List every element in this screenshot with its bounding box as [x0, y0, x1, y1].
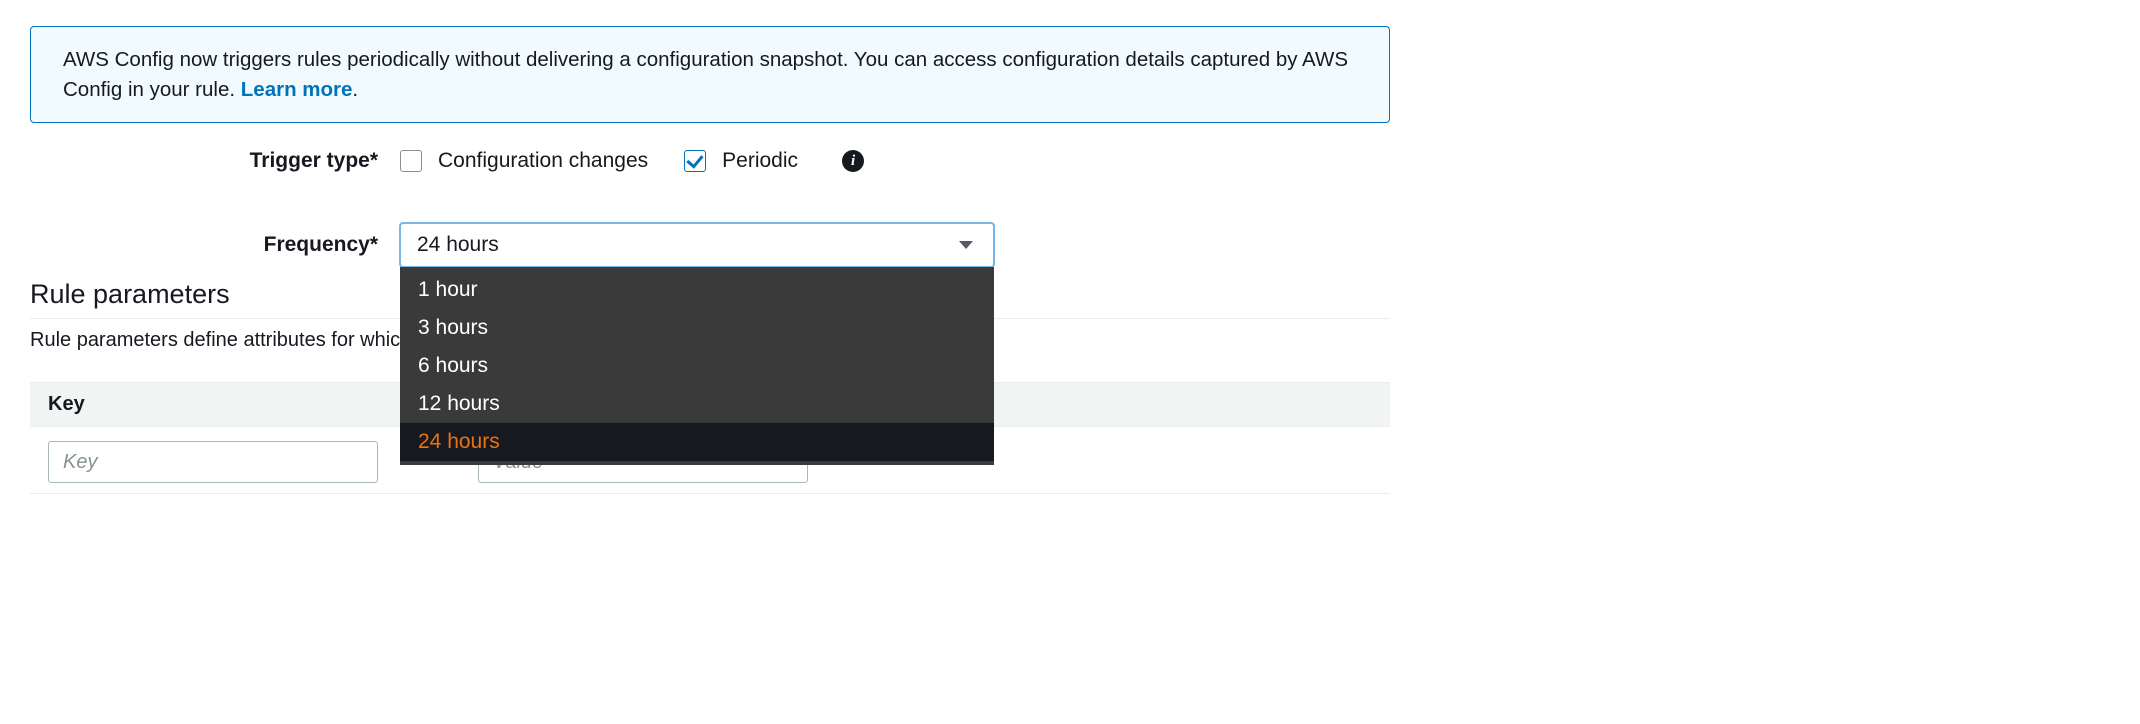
trigger-type-row: Trigger type* Configuration changes Peri…: [30, 149, 2110, 173]
periodic-label: Periodic: [722, 149, 798, 173]
frequency-dropdown: 1 hour 3 hours 6 hours 12 hours 24 hours: [400, 267, 994, 465]
frequency-option[interactable]: 3 hours: [400, 309, 994, 347]
frequency-select-wrap: 24 hours 1 hour 3 hours 6 hours 12 hours…: [400, 223, 994, 267]
key-header: Key: [48, 393, 85, 416]
config-changes-checkbox[interactable]: [400, 150, 422, 172]
frequency-row: Frequency* 24 hours 1 hour 3 hours 6 hou…: [30, 223, 2110, 267]
info-icon[interactable]: i: [842, 150, 864, 172]
frequency-selected-value: 24 hours: [417, 233, 499, 257]
config-changes-label: Configuration changes: [438, 149, 648, 173]
frequency-option[interactable]: 12 hours: [400, 385, 994, 423]
trigger-type-label: Trigger type*: [30, 149, 400, 173]
param-key-input[interactable]: [48, 441, 378, 483]
frequency-label: Frequency*: [30, 233, 400, 257]
periodic-checkbox[interactable]: [684, 150, 706, 172]
chevron-down-icon: [959, 241, 973, 249]
info-banner: AWS Config now triggers rules periodical…: [30, 26, 1390, 123]
rule-parameters-heading: Rule parameters: [30, 279, 2110, 310]
rule-parameters-section: Rule parameters Rule parameters define a…: [30, 279, 2110, 494]
frequency-option[interactable]: 24 hours: [400, 423, 994, 461]
learn-more-link[interactable]: Learn more: [241, 78, 353, 101]
frequency-option[interactable]: 1 hour: [400, 271, 994, 309]
frequency-select[interactable]: 24 hours: [400, 223, 994, 267]
frequency-option[interactable]: 6 hours: [400, 347, 994, 385]
